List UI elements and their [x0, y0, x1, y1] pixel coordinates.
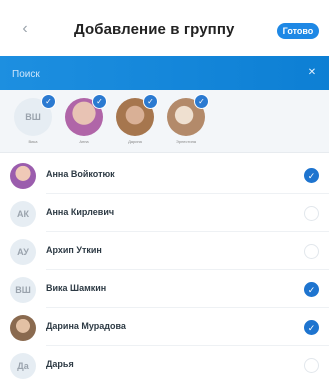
header: ‹ Добавление в группу Готово [0, 0, 329, 56]
contact-name: Дарья [46, 359, 74, 369]
check-badge-icon: ✓ [194, 94, 209, 109]
avatar-photo [10, 163, 36, 189]
avatar-photo [10, 315, 36, 341]
checkbox-empty-icon[interactable] [304, 206, 319, 221]
selected-members-strip: ВШ ✓ Вика ✓ Анна ✓ Дарина ✓ Эрнестина [0, 90, 329, 153]
search-bar: ✕ [0, 56, 329, 90]
contact-row[interactable]: Дарина Мурадова ✓ [0, 308, 329, 346]
avatar-initials: АК [10, 201, 36, 227]
check-badge-icon: ✓ [143, 94, 158, 109]
contact-name: Анна Войкотюк [46, 169, 115, 179]
add-to-group-screen: ‹ Добавление в группу Готово ✕ ВШ ✓ Вика… [0, 0, 329, 381]
clear-icon[interactable]: ✕ [307, 68, 317, 78]
contact-row[interactable]: Да Дарья [0, 346, 329, 381]
avatar-initials: АУ [10, 239, 36, 265]
selected-member-name: Вика [28, 139, 38, 144]
selected-member-name: Дарина [128, 139, 142, 144]
back-icon[interactable]: ‹ [16, 20, 34, 38]
contact-name: Архип Уткин [46, 245, 102, 255]
avatar: ВШ ✓ [14, 94, 56, 136]
checkbox-checked-icon[interactable]: ✓ [304, 282, 319, 297]
contact-name: Дарина Мурадова [46, 321, 126, 331]
avatar: ✓ [116, 94, 158, 136]
contact-row[interactable]: ВШ Вика Шамкин ✓ [0, 270, 329, 308]
check-badge-icon: ✓ [41, 94, 56, 109]
check-badge-icon: ✓ [92, 94, 107, 109]
page-title: Добавление в группу [74, 21, 235, 38]
checkbox-checked-icon[interactable]: ✓ [304, 320, 319, 335]
contact-name: Анна Кирлевич [46, 207, 115, 217]
selected-member[interactable]: ✓ Эрнестина [163, 94, 209, 144]
avatar: ✓ [65, 94, 107, 136]
contact-row[interactable]: АУ Архип Уткин [0, 232, 329, 270]
checkbox-empty-icon[interactable] [304, 358, 319, 373]
contact-list: Анна Войкотюк ✓ АК Анна Кирлевич АУ Архи… [0, 156, 329, 381]
avatar-initials: ВШ [10, 277, 36, 303]
contact-name: Вика Шамкин [46, 283, 107, 293]
checkbox-empty-icon[interactable] [304, 244, 319, 259]
done-button[interactable]: Готово [277, 23, 319, 39]
avatar: ✓ [167, 94, 209, 136]
checkbox-checked-icon[interactable]: ✓ [304, 168, 319, 183]
search-input[interactable] [10, 65, 284, 83]
contact-row[interactable]: АК Анна Кирлевич [0, 194, 329, 232]
selected-member[interactable]: ВШ ✓ Вика [10, 94, 56, 144]
selected-member[interactable]: ✓ Анна [61, 94, 107, 144]
selected-member[interactable]: ✓ Дарина [112, 94, 158, 144]
contact-row[interactable]: Анна Войкотюк ✓ [0, 156, 329, 194]
avatar-initials: Да [10, 353, 36, 379]
selected-member-name: Анна [79, 139, 89, 144]
selected-member-name: Эрнестина [175, 139, 197, 144]
